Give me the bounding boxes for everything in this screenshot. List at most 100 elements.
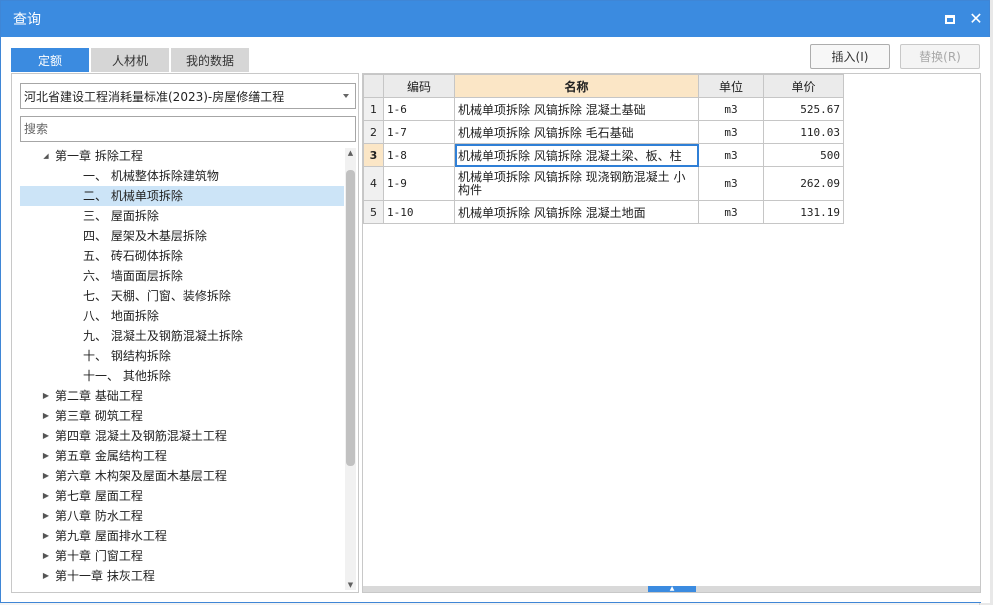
unit-cell[interactable]: m3 [698,120,764,144]
collapse-arrow-icon[interactable]: ▶ [40,426,52,446]
tree-chapter-item[interactable]: ▶ 第九章 屋面排水工程 [20,526,344,546]
collapse-arrow-icon[interactable]: ▶ [40,466,52,486]
table-row[interactable]: 4 1-9 机械单项拆除 风镐拆除 现浇钢筋混凝土 小构件 m3 262.09 [363,166,844,201]
name-header[interactable]: 名称 [454,74,699,98]
tree-chapter-item[interactable]: ▶ 第七章 屋面工程 [20,486,344,506]
tree-section-item[interactable]: 二、 机械单项拆除 [20,186,344,206]
title-bar[interactable]: 查询 ✕ [1,1,989,37]
tree-item-label: 第五章 金属结构工程 [55,449,167,463]
dialog-title: 查询 [13,12,41,28]
row-number-cell[interactable]: 1 [363,97,384,121]
tree-item-label: 五、 砖石砌体拆除 [83,249,183,263]
row-number-cell[interactable]: 4 [363,166,384,201]
tab-materials[interactable]: 人材机 [91,48,169,72]
tree-chapter-item[interactable]: ▶ 第八章 防水工程 [20,506,344,526]
tree-chapter-item[interactable]: ▶ 第十章 门窗工程 [20,546,344,566]
code-header[interactable]: 编码 [383,74,455,98]
price-cell[interactable]: 131.19 [763,200,844,224]
unit-cell[interactable]: m3 [698,200,764,224]
tree-item-label: 十、 钢结构拆除 [83,349,171,363]
price-cell[interactable]: 500 [763,143,844,167]
name-cell[interactable]: 机械单项拆除 风镐拆除 混凝土梁、板、柱 [454,143,699,167]
tree-section-item[interactable]: 六、 墙面面层拆除 [20,266,344,286]
tree-section-item[interactable]: 十、 钢结构拆除 [20,346,344,366]
tree-item-label: 第十章 门窗工程 [55,549,143,563]
name-cell[interactable]: 机械单项拆除 风镐拆除 毛石基础 [454,120,699,144]
standard-select[interactable]: 河北省建设工程消耗量标准(2023)-房屋修缮工程 [20,83,356,109]
price-cell[interactable]: 525.67 [763,97,844,121]
left-pane: 河北省建设工程消耗量标准(2023)-房屋修缮工程 ◢第一章 拆除工程一、 机械… [11,73,359,593]
tab-quota[interactable]: 定额 [11,48,89,72]
collapse-arrow-icon[interactable]: ▶ [40,486,52,506]
tree-item-label: 第八章 防水工程 [55,509,143,523]
table-row[interactable]: 2 1-7 机械单项拆除 风镐拆除 毛石基础 m3 110.03 [363,120,844,144]
rownum-header [363,74,384,98]
collapse-arrow-icon[interactable]: ▶ [40,546,52,566]
tab-my-data[interactable]: 我的数据 [171,48,249,72]
grid-horizontal-scrollbar[interactable]: ▲ [363,586,980,592]
collapse-arrow-icon[interactable]: ▶ [40,506,52,526]
table-row[interactable]: 1 1-6 机械单项拆除 风镐拆除 混凝土基础 m3 525.67 [363,97,844,121]
unit-header[interactable]: 单位 [698,74,764,98]
code-cell[interactable]: 1-6 [383,97,455,121]
tree-section-item[interactable]: 七、 天棚、门窗、装修拆除 [20,286,344,306]
tree-section-item[interactable]: 四、 屋架及木基层拆除 [20,226,344,246]
search-input[interactable] [20,116,356,142]
code-cell[interactable]: 1-8 [383,143,455,167]
name-cell[interactable]: 机械单项拆除 风镐拆除 现浇钢筋混凝土 小构件 [454,166,699,201]
tree-section-item[interactable]: 九、 混凝土及钢筋混凝土拆除 [20,326,344,346]
code-cell[interactable]: 1-10 [383,200,455,224]
row-number-cell[interactable]: 3 [363,143,384,167]
price-cell[interactable]: 110.03 [763,120,844,144]
scroll-down-icon[interactable]: ▼ [345,580,356,590]
code-cell[interactable]: 1-9 [383,166,455,201]
scroll-up-icon[interactable]: ▲ [345,148,356,158]
tree-chapter-item[interactable]: ▶ 第五章 金属结构工程 [20,446,344,466]
close-button[interactable]: ✕ [963,6,989,32]
scroll-thumb[interactable] [346,170,355,466]
row-number-cell[interactable]: 2 [363,120,384,144]
tree-chapter-item[interactable]: ◢ 第一章 拆除工程 [20,146,344,166]
table-row[interactable]: 3 1-8 机械单项拆除 风镐拆除 混凝土梁、板、柱 m3 500 [363,143,844,167]
quota-grid-pane: 编码 名称 单位 单价 1 1-6 机械单项拆除 风镐拆除 混凝土基础 m3 525.6… [362,73,981,593]
collapse-arrow-icon[interactable]: ▶ [40,446,52,466]
tree-item-label: 第九章 屋面排水工程 [55,529,167,543]
tree-chapter-item[interactable]: ▶ 第四章 混凝土及钢筋混凝土工程 [20,426,344,446]
tree-section-item[interactable]: 一、 机械整体拆除建筑物 [20,166,344,186]
name-cell[interactable]: 机械单项拆除 风镐拆除 混凝土基础 [454,97,699,121]
price-header[interactable]: 单价 [763,74,844,98]
tree-chapter-item[interactable]: ▶ 第三章 砌筑工程 [20,406,344,426]
tree-item-label: 六、 墙面面层拆除 [83,269,183,283]
tree-chapter-item[interactable]: ▶ 第十一章 抹灰工程 [20,566,344,586]
tree-chapter-item[interactable]: ▶ 第六章 木构架及屋面木基层工程 [20,466,344,486]
expand-arrow-icon[interactable]: ◢ [40,146,52,166]
maximize-button[interactable] [937,6,963,32]
unit-cell[interactable]: m3 [698,143,764,167]
tree-chapter-item[interactable]: ▶ 第二章 基础工程 [20,386,344,406]
tree-item-label: 第十一章 抹灰工程 [55,569,155,583]
tree-section-item[interactable]: 五、 砖石砌体拆除 [20,246,344,266]
collapse-arrow-icon[interactable]: ▶ [40,566,52,586]
price-cell[interactable]: 262.09 [763,166,844,201]
scroll-grip-icon[interactable]: ▲ [648,586,696,592]
unit-cell[interactable]: m3 [698,97,764,121]
tree-section-item[interactable]: 八、 地面拆除 [20,306,344,326]
code-cell[interactable]: 1-7 [383,120,455,144]
chapter-tree: ◢ 第一章 拆除工程 一、 机械整体拆除建筑物 二、 机械单项拆除 三、 屋面拆除 四、 … [20,146,344,588]
quota-table: 编码 名称 单位 单价 1 1-6 机械单项拆除 风镐拆除 混凝土基础 m3 525.6… [363,74,844,224]
collapse-arrow-icon[interactable]: ▶ [40,526,52,546]
tree-section-item[interactable]: 三、 屋面拆除 [20,206,344,226]
collapse-arrow-icon[interactable]: ▶ [40,406,52,426]
row-number-cell[interactable]: 5 [363,200,384,224]
tree-section-item[interactable]: 十一、 其他拆除 [20,366,344,386]
collapse-arrow-icon[interactable]: ▶ [40,386,52,406]
name-cell[interactable]: 机械单项拆除 风镐拆除 混凝土地面 [454,200,699,224]
table-row[interactable]: 5 1-10 机械单项拆除 风镐拆除 混凝土地面 m3 131.19 [363,200,844,224]
insert-button[interactable]: 插入(I) [810,44,890,69]
close-icon: ✕ [969,9,983,28]
source-tabs: 定额 人材机 我的数据 [11,48,249,72]
tree-scrollbar[interactable]: ▲ ▼ [345,148,356,590]
unit-cell[interactable]: m3 [698,166,764,201]
replace-button[interactable]: 替换(R) [900,44,980,69]
tree-item-label: 十一、 其他拆除 [83,369,171,383]
